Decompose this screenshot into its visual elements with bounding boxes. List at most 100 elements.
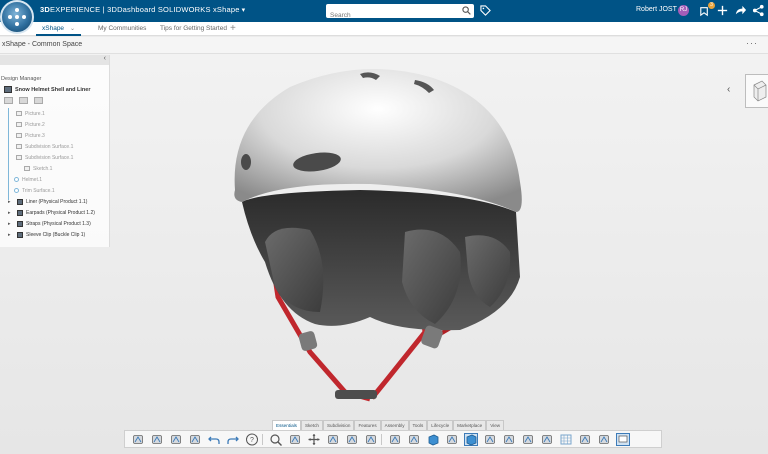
section-button[interactable] (578, 433, 592, 446)
cycle-icon (190, 435, 200, 444)
zoom-area-button[interactable] (345, 433, 359, 446)
tree-node[interactable]: Picture.1 (8, 108, 109, 119)
cube-shaded-button[interactable] (464, 433, 478, 446)
fit-all-icon (290, 435, 300, 444)
node-label: Picture.2 (25, 121, 45, 128)
undo-button[interactable] (207, 433, 221, 446)
tag-icon[interactable] (480, 5, 491, 16)
tree-node[interactable]: Trim Surface.1 (8, 185, 109, 196)
redo-button[interactable] (226, 433, 240, 446)
tab-label: My Communities (98, 25, 147, 32)
search-icon[interactable] (462, 6, 471, 15)
node-label: Liner (Physical Product 1.1) (26, 198, 88, 205)
tree-root[interactable]: Snow Helmet Shell and Liner (0, 85, 109, 94)
tree-node[interactable]: Helmet.1 (8, 174, 109, 185)
tab-essentials[interactable]: Essentials (272, 420, 301, 430)
cycle-button[interactable] (188, 433, 202, 446)
product-node[interactable]: ▸ Straps (Physical Product 1.3) (8, 218, 109, 229)
picture-icon (16, 111, 22, 116)
expand-arrow-icon[interactable]: ▸ (8, 199, 14, 205)
tree-node[interactable]: Subdivision Surface.1 (8, 141, 109, 152)
avatar[interactable]: RJ (678, 5, 689, 16)
tab-tips[interactable]: Tips for Getting Started (154, 22, 233, 36)
node-label: Picture.3 (25, 132, 45, 139)
tab-bar: xShape ⌄ My Communities Tips for Getting … (0, 22, 768, 36)
grid-button[interactable] (559, 433, 573, 446)
save-button[interactable] (150, 433, 164, 446)
tab-label: xShape (42, 25, 65, 32)
expand-arrow-icon[interactable]: ▸ (8, 210, 14, 216)
view-cube[interactable] (745, 74, 768, 108)
tab-assembly[interactable]: Assembly (380, 420, 409, 430)
material-button[interactable] (540, 433, 554, 446)
ambient-button[interactable] (521, 433, 535, 446)
render-button[interactable] (502, 433, 516, 446)
compass-icon (8, 8, 26, 26)
share-arrow-icon[interactable] (734, 4, 747, 17)
tab-xshape[interactable]: xShape ⌄ (36, 22, 82, 36)
node-label: Sketch.1 (33, 165, 53, 172)
capture-button[interactable] (597, 433, 611, 446)
helmet-model[interactable] (220, 62, 540, 412)
filter-icon[interactable] (34, 97, 43, 104)
cube-button[interactable] (426, 433, 440, 446)
breadcrumb[interactable]: xShape - Common Space (2, 41, 82, 48)
collapse-icon[interactable] (19, 97, 28, 104)
surface-icon (16, 144, 22, 149)
picture-icon (16, 133, 22, 138)
display-button[interactable] (616, 433, 630, 446)
add-tab-icon[interactable]: + (230, 22, 236, 35)
tree-node[interactable]: Subdivision Surface.1 (8, 152, 109, 163)
cylinder-2-icon (447, 435, 457, 444)
collapse-panel-icon[interactable]: ‹ (104, 55, 106, 62)
product-node[interactable]: ▸ Earpads (Physical Product 1.2) (8, 207, 109, 218)
tab-marketplace[interactable]: Marketplace (453, 420, 487, 430)
chevron-down-icon[interactable]: ⌄ (70, 26, 75, 32)
cube-wire-button[interactable] (483, 433, 497, 446)
share-button[interactable] (169, 433, 183, 446)
tab-lifecycle[interactable]: Lifecycle (427, 420, 454, 430)
cylinder-button[interactable] (407, 433, 421, 446)
add-icon[interactable] (716, 4, 729, 17)
tab-subdivision[interactable]: Subdivision (322, 420, 355, 430)
action-bar: ? (124, 430, 662, 448)
rotate-button[interactable] (326, 433, 340, 446)
iso-view-button[interactable] (388, 433, 402, 446)
tab-view[interactable]: View (486, 420, 505, 430)
product-icon (17, 198, 23, 205)
tree-node[interactable]: Picture.2 (8, 119, 109, 130)
tab-features[interactable]: Features (354, 420, 381, 430)
help-button[interactable]: ? (245, 433, 259, 446)
product-node[interactable]: ▸ Sleeve Clip (Buckle Clip 1) (8, 229, 109, 240)
app-title[interactable]: 3DEXPERIENCE | 3DDashboard SOLIDWORKS xS… (40, 5, 245, 14)
share-network-icon[interactable] (752, 4, 765, 17)
tab-label: Tips for Getting Started (160, 25, 227, 32)
more-options-icon[interactable]: ··· (746, 38, 758, 48)
section-icon (580, 435, 590, 444)
capture-icon (599, 435, 609, 444)
ambient-icon (523, 435, 533, 444)
tab-sketch[interactable]: Sketch (300, 420, 323, 430)
pan-button[interactable] (307, 433, 321, 446)
product-node[interactable]: ▸ Liner (Physical Product 1.1) (8, 196, 109, 207)
expand-arrow-icon[interactable]: ▸ (8, 232, 14, 238)
tab-tools[interactable]: Tools (408, 420, 428, 430)
expand-arrow-icon[interactable]: ▸ (8, 221, 14, 227)
chevron-left-icon[interactable]: ‹ (727, 84, 730, 95)
action-bar-tabs: Essentials Sketch Subdivision Features A… (272, 420, 505, 430)
compass-logo[interactable] (0, 0, 34, 34)
chevron-down-icon[interactable]: ▾ (242, 7, 246, 14)
cylinder-2-button[interactable] (445, 433, 459, 446)
user-name[interactable]: Robert JOST (636, 6, 677, 13)
design-manager-panel: ‹ Design Manager Snow Helmet Shell and L… (0, 55, 110, 247)
fit-all-button[interactable] (288, 433, 302, 446)
normal-view-button[interactable] (364, 433, 378, 446)
tab-my-communities[interactable]: My Communities (92, 22, 152, 36)
tree-node[interactable]: Sketch.1 (8, 163, 109, 174)
tree-node[interactable]: Picture.3 (8, 130, 109, 141)
search-input[interactable] (326, 8, 456, 23)
expand-icon[interactable] (4, 97, 13, 104)
product-icon (17, 231, 23, 238)
zoom-button[interactable] (269, 433, 283, 446)
new-part-button[interactable] (131, 433, 145, 446)
